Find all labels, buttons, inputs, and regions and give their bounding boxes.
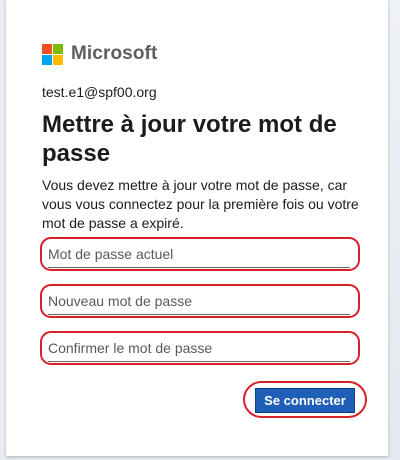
microsoft-logo-icon — [42, 43, 63, 65]
logo-square-blue — [42, 54, 52, 65]
logo-square-red — [42, 43, 52, 54]
page-title: Mettre à jour votre mot de passe — [42, 111, 337, 167]
new-password-input[interactable] — [48, 290, 350, 315]
page-description: Vous devez mettre à jour votre mot de pa… — [42, 177, 359, 231]
page-background — [388, 0, 400, 460]
new-password-field-ring — [40, 284, 360, 318]
microsoft-logo: Microsoft — [42, 43, 157, 65]
current-password-field-ring — [40, 237, 360, 271]
confirm-password-field-ring — [40, 331, 360, 365]
brand-name: Microsoft — [71, 43, 158, 64]
current-password-input[interactable] — [48, 243, 350, 268]
user-email: test.e1@spf00.org — [42, 84, 157, 100]
confirm-password-input[interactable] — [48, 337, 350, 362]
signin-card: Microsoft test.e1@spf00.org Mettre à jou… — [6, 0, 388, 456]
sign-in-button[interactable]: Se connecter — [255, 388, 355, 413]
logo-square-green — [53, 43, 63, 54]
logo-square-yellow — [53, 54, 63, 65]
